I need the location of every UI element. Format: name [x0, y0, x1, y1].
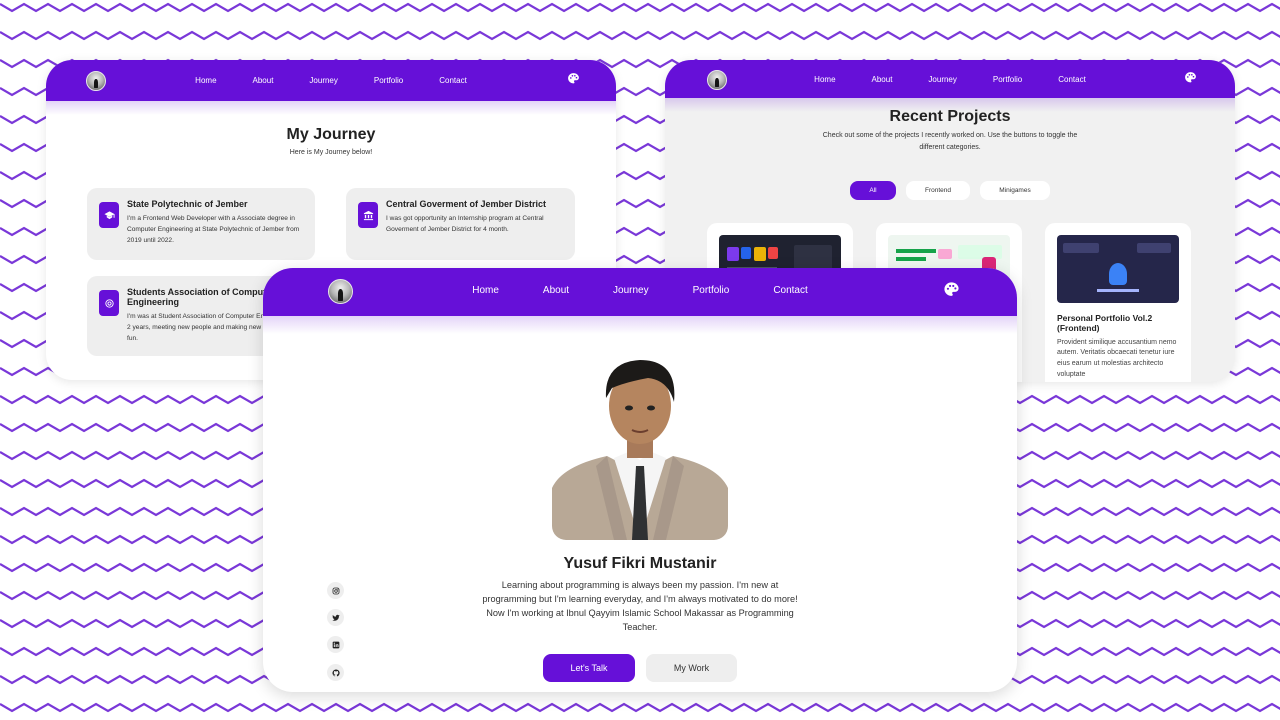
projects-nav-links: Home About Journey Portfolio Contact — [665, 75, 1235, 84]
projects-title: Recent Projects — [889, 108, 1011, 125]
home-screenshot-card: Home About Journey Portfolio Contact Yus… — [263, 268, 1017, 692]
project-card-title: Personal Portfolio Vol.2 (Frontend) — [1057, 313, 1153, 333]
journey-navbar: Home About Journey Portfolio Contact — [46, 60, 616, 101]
filter-minigames-button[interactable]: Minigames — [980, 181, 1050, 200]
projects-navbar: Home About Journey Portfolio Contact — [665, 60, 1235, 98]
filter-all-button[interactable]: All — [850, 181, 896, 200]
project-card-text: Provident similique accusantium nemo aut… — [1057, 338, 1177, 379]
nav-about[interactable]: About — [543, 285, 569, 296]
journey-item-text: I'm a Frontend Web Developer with a Asso… — [127, 214, 300, 244]
main-navbar: Home About Journey Portfolio Contact — [263, 268, 1017, 316]
project-filters: All Frontend Minigames — [665, 181, 1235, 200]
project-card[interactable]: Personal Portfolio Vol.2 (Frontend) Prov… — [1045, 223, 1191, 382]
projects-nav-portfolio[interactable]: Portfolio — [993, 75, 1022, 84]
nav-portfolio[interactable]: Portfolio — [693, 285, 730, 296]
profile-photo — [552, 348, 728, 540]
journey-nav-journey[interactable]: Journey — [309, 76, 337, 85]
projects-nav-journey[interactable]: Journey — [928, 75, 956, 84]
journey-nav-portfolio[interactable]: Portfolio — [374, 76, 403, 85]
palette-icon[interactable] — [1184, 71, 1197, 84]
journey-item-polytechnic: State Polytechnic of Jember I'm a Fronte… — [87, 188, 315, 260]
journey-item-title: Central Goverment of Jember District — [386, 199, 547, 209]
journey-nav-links: Home About Journey Portfolio Contact — [46, 76, 616, 85]
projects-nav-about[interactable]: About — [872, 75, 893, 84]
journey-title: My Journey — [286, 126, 376, 143]
my-work-button[interactable]: My Work — [646, 654, 737, 682]
profile-bio: Learning about programming is always bee… — [482, 580, 798, 633]
nav-journey[interactable]: Journey — [613, 285, 649, 296]
journey-item-government: Central Goverment of Jember District I w… — [346, 188, 575, 260]
journey-nav-contact[interactable]: Contact — [439, 76, 467, 85]
palette-icon[interactable] — [943, 281, 960, 298]
main-nav-links: Home About Journey Portfolio Contact — [263, 285, 1017, 296]
graduation-cap-icon — [99, 202, 119, 228]
nav-home[interactable]: Home — [472, 285, 499, 296]
portfolio-thumbnail — [1057, 235, 1179, 303]
lets-talk-button[interactable]: Let's Talk — [543, 654, 635, 682]
journey-item-text: I was got opportunity an Internship prog… — [386, 214, 544, 233]
journey-nav-about[interactable]: About — [253, 76, 274, 85]
projects-subtitle: Check out some of the projects I recentl… — [822, 132, 1078, 151]
github-icon[interactable] — [327, 664, 344, 681]
profile-name: Yusuf Fikri Mustanir — [563, 555, 717, 572]
badge-icon — [99, 290, 119, 316]
twitter-icon[interactable] — [327, 609, 344, 626]
building-icon — [358, 202, 378, 228]
filter-frontend-button[interactable]: Frontend — [906, 181, 970, 200]
journey-nav-home[interactable]: Home — [195, 76, 216, 85]
projects-nav-contact[interactable]: Contact — [1058, 75, 1086, 84]
nav-contact[interactable]: Contact — [773, 285, 807, 296]
instagram-icon[interactable] — [327, 582, 344, 599]
projects-nav-home[interactable]: Home — [814, 75, 835, 84]
journey-subtitle: Here is My Journey below! — [289, 149, 373, 156]
palette-icon[interactable] — [567, 72, 580, 85]
linkedin-icon[interactable] — [327, 636, 344, 653]
journey-item-title: State Polytechnic of Jember — [127, 199, 248, 209]
